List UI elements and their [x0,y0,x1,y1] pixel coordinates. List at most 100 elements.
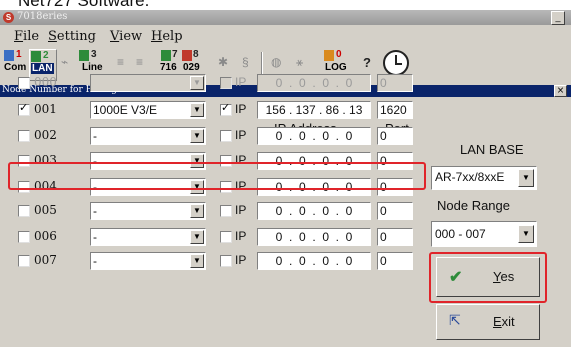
port-field[interactable]: 0 [377,74,413,92]
highlight-yes-button [429,252,547,303]
node-range-value: 000 - 007 [435,227,486,241]
ip-checkbox[interactable] [220,101,232,116]
node-number: 007 [34,253,57,267]
menu-view[interactable]: View [110,29,142,44]
chevron-down-icon: ▼ [190,76,204,90]
dialog-body: IP Address Port 000▼IP0 . 0 . 0 . 000011… [0,74,571,347]
node-number: 005 [34,203,57,217]
exit-button-label: Exit [493,314,515,329]
ip-checkbox[interactable] [220,255,232,267]
ip-address-field[interactable]: 0 . 0 . 0 . 0 [257,252,371,270]
node-model-select[interactable]: - ▼ [90,127,206,145]
ip-checkbox[interactable] [220,77,232,89]
lan-base-select[interactable]: AR-7xx/8xxE ▼ [431,166,537,190]
ip-address-field[interactable]: 156 . 137 . 86 . 13 [257,101,371,119]
port-field[interactable]: 0 [377,127,413,145]
chevron-down-icon: ▼ [190,129,204,143]
node-checkbox[interactable] [18,205,30,217]
title-bar: S 7018eries _ [0,10,571,25]
chevron-down-icon: ▼ [518,169,534,187]
node-checkbox[interactable] [18,77,30,89]
node-row-000: 000 ▼ IP 0 . 0 . 0 . 0 0 [0,72,571,96]
lan-icon [31,51,41,62]
port-field[interactable]: 0 [377,228,413,246]
disabled-tool-icon-4[interactable]: § [242,55,254,69]
ip-address-field[interactable]: 0 . 0 . 0 . 0 [257,202,371,220]
exit-icon: ⇱ [449,312,461,328]
exit-button[interactable]: ⇱ Exit [436,304,540,340]
com-count: 1 [16,49,22,60]
disabled-tool-icon-6[interactable]: ⚹ [296,55,308,69]
port-field[interactable]: 0 [377,202,413,220]
modem-icon[interactable]: ⌁ [61,55,73,69]
node-model-value: - [93,254,97,268]
document-header: Net727 Software. [0,0,571,10]
ip-checkbox-label: IP [235,128,247,142]
toolbar-separator [261,52,263,74]
port-field[interactable]: 0 [377,252,413,270]
node-range-label: Node Range [437,198,510,213]
disabled-tool-icon-1[interactable]: ≡ [117,55,129,69]
node-model-select[interactable]: - ▼ [90,202,206,220]
port-field[interactable]: 1620 [377,101,413,119]
node-number: 002 [34,128,57,142]
menu-setting[interactable]: Setting [48,29,96,44]
ip-checkbox-label: IP [235,229,247,243]
disabled-tool-icon-3[interactable]: ✱ [218,55,230,69]
chevron-down-icon: ▼ [518,225,534,243]
node-model-value: 1000E V3/E [93,103,158,117]
node-range-select[interactable]: 000 - 007 ▼ [431,221,537,247]
minimize-button[interactable]: _ [551,11,565,25]
disabled-tool-icon-2[interactable]: ≡ [136,55,148,69]
line-count: 3 [91,49,97,60]
counter-icon-b [182,50,192,61]
menu-bar: File Setting View Help [0,25,571,47]
node-checkbox[interactable] [18,101,30,116]
node-row-001: 001 1000E V3/E ▼ IP 156 . 137 . 86 . 13 1620 [0,99,571,123]
disabled-tool-icon-5[interactable]: ◍ [271,55,283,69]
chevron-down-icon: ▼ [190,254,204,268]
node-number: 006 [34,229,57,243]
node-model-value: - [93,230,97,244]
node-checkbox[interactable] [18,130,30,142]
ip-checkbox-label: IP [235,203,247,217]
help-icon[interactable]: ? [363,55,371,70]
node-number: 001 [34,102,57,116]
highlight-row-001 [8,162,426,190]
line-icon [79,50,89,61]
counter-count-a: 7 [172,49,178,60]
document-header-text: Net727 Software. [18,0,150,10]
log-icon [324,50,334,61]
node-checkbox[interactable] [18,255,30,267]
log-count: 0 [336,49,342,60]
ip-address-field[interactable]: 0 . 0 . 0 . 0 [257,74,371,92]
ip-address-field[interactable]: 0 . 0 . 0 . 0 [257,228,371,246]
lan-base-label: LAN BASE [460,142,524,157]
window-title: 7018eries [17,11,68,22]
menu-file[interactable]: File [14,29,39,44]
chevron-down-icon: ▼ [190,103,204,117]
app-logo-icon: S [3,12,14,23]
counter-icon-a [161,50,171,61]
ip-checkbox-label: IP [235,253,247,267]
ip-checkbox[interactable] [220,205,232,217]
counter-count-b: 8 [193,49,199,60]
ip-checkbox[interactable] [220,231,232,243]
node-model-select[interactable]: - ▼ [90,252,206,270]
node-model-select[interactable]: 1000E V3/E ▼ [90,101,206,119]
node-model-value: - [93,129,97,143]
chevron-down-icon: ▼ [190,204,204,218]
lan-count: 2 [43,50,49,61]
node-model-select[interactable]: ▼ [90,74,206,92]
app-window: S 7018eries _ File Setting View Help 1 C… [0,10,571,347]
com-icon [4,50,14,61]
ip-checkbox[interactable] [220,130,232,142]
ip-checkbox-label: IP [235,102,247,116]
node-model-value: - [93,204,97,218]
menu-help[interactable]: Help [151,29,183,44]
ip-address-field[interactable]: 0 . 0 . 0 . 0 [257,127,371,145]
ip-checkbox-label: IP [235,75,247,89]
node-model-select[interactable]: - ▼ [90,228,206,246]
node-number: 000 [34,75,57,89]
node-checkbox[interactable] [18,231,30,243]
